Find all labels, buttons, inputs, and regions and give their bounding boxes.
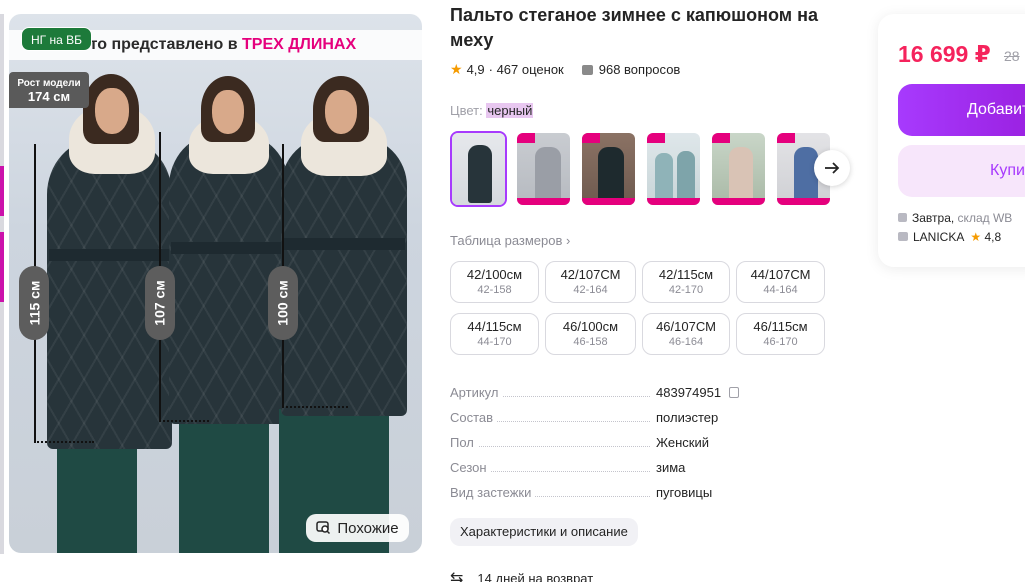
color-thumbnail[interactable]: [645, 131, 702, 207]
questions-icon: [581, 64, 593, 75]
promo-badge: НГ на ВБ: [21, 27, 93, 51]
size-option[interactable]: 42/107СМ 42-164: [545, 261, 636, 303]
rating-value: 4,9: [466, 62, 485, 77]
length-dots: [34, 441, 94, 443]
thumbnails-next-button[interactable]: [814, 150, 850, 186]
size-grid: 42/100см 42-158 42/107СМ 42-164 42/115см 42…: [450, 261, 830, 355]
copy-icon[interactable]: [729, 387, 740, 398]
length-label-100: 100 см: [268, 266, 298, 340]
gallery-edge-mark: [0, 166, 4, 216]
color-thumbnail[interactable]: [515, 131, 572, 207]
spec-value: зима: [654, 460, 686, 475]
size-option[interactable]: 42/115см 42-170: [642, 261, 730, 303]
add-to-cart-button[interactable]: Добавить: [898, 84, 1025, 136]
spec-value: Женский: [654, 435, 709, 450]
thumb-coat: [655, 153, 673, 203]
size-option[interactable]: 46/115см 46-170: [736, 313, 825, 355]
spec-row: Артикул 483974951: [450, 385, 750, 410]
return-icon: ⇆: [450, 570, 464, 582]
gallery-edge-mark: [0, 232, 4, 302]
similar-button-label: Похожие: [337, 519, 399, 537]
specs-list: Артикул 483974951 Состав полиэстер Пол Ж…: [450, 385, 750, 510]
model-pants: [57, 434, 137, 553]
model-height-value: 174 см: [27, 89, 71, 104]
size-table-link[interactable]: Таблица размеров ›: [450, 233, 570, 248]
thumb-coat: [598, 147, 624, 203]
delivery-info: Завтра, склад WB: [898, 211, 1012, 225]
star-icon: ★: [970, 230, 982, 244]
questions-count[interactable]: 968 вопросов: [599, 62, 681, 77]
shop-icon: [898, 232, 908, 241]
thumb-coat: [794, 147, 818, 203]
model-face: [212, 90, 244, 134]
star-icon: ★: [450, 61, 463, 77]
spec-value: 483974951: [654, 385, 740, 400]
color-row: Цвет: черный: [450, 103, 534, 118]
spec-row: Вид застежки пуговицы: [450, 485, 750, 510]
arrow-right-icon: [825, 162, 840, 174]
spec-row: Сезон зима: [450, 460, 750, 485]
thumb-coat: [729, 147, 753, 203]
seller-rating: 4,8: [984, 230, 1002, 244]
gallery-edge-strip[interactable]: [0, 14, 4, 554]
photo-banner-text: льто представлено в ТРЕХ ДЛИНАХ: [71, 36, 357, 53]
size-option[interactable]: 44/115см 44-170: [450, 313, 539, 355]
coat: [281, 136, 407, 416]
size-option[interactable]: 46/107СМ 46-164: [642, 313, 730, 355]
size-option[interactable]: 42/100см 42-158: [450, 261, 539, 303]
color-thumbnail[interactable]: [710, 131, 767, 207]
length-dots: [159, 420, 209, 422]
size-option[interactable]: 44/107СМ 44-164: [736, 261, 825, 303]
return-text: 14 дней на возврат: [477, 570, 594, 582]
spec-value: пуговицы: [654, 485, 713, 500]
product-title: Пальто стеганое зимнее с капюшоном на ме…: [450, 5, 818, 50]
thumb-coat: [535, 147, 561, 203]
seller-info[interactable]: LANICKA ★ 4,8: [898, 230, 1001, 244]
current-price: 16 699 ₽: [898, 41, 991, 67]
reviews-count[interactable]: · 467 оценок: [489, 62, 564, 77]
spec-row: Пол Женский: [450, 435, 750, 460]
coat-belt: [49, 249, 171, 261]
box-icon: [898, 213, 907, 222]
color-thumbnail[interactable]: [580, 131, 637, 207]
spec-value: полиэстер: [654, 410, 719, 425]
model-face: [95, 88, 129, 134]
spec-key: Вид застежки: [450, 485, 536, 500]
color-thumbnail[interactable]: [450, 131, 507, 207]
spec-row: Состав полиэстер: [450, 410, 750, 435]
model-pants: [179, 414, 269, 553]
rating-row[interactable]: ★ 4,9 · 467 оценок 968 вопросов: [450, 61, 680, 78]
length-label-107: 107 см: [145, 266, 175, 340]
coat-belt: [283, 238, 405, 250]
size-option[interactable]: 46/100см 46-158: [545, 313, 636, 355]
characteristics-button[interactable]: Характеристики и описание: [450, 518, 638, 546]
similar-button[interactable]: Похожие: [306, 514, 409, 542]
thumb-coat: [677, 151, 695, 203]
model-face: [325, 90, 357, 134]
product-main-photo[interactable]: льто представлено в ТРЕХ ДЛИНАХ 115 см 1…: [9, 14, 422, 553]
return-policy: ⇆ 14 дней на возврат: [450, 568, 593, 582]
spec-key: Пол: [450, 435, 478, 450]
seller-name[interactable]: LANICKA: [913, 230, 964, 244]
buy-now-button[interactable]: Купить: [898, 145, 1025, 197]
color-label: Цвет:: [450, 103, 483, 118]
thumb-coat: [468, 145, 492, 203]
length-dots: [282, 406, 348, 408]
spec-key: Артикул: [450, 385, 503, 400]
coat-belt: [171, 242, 287, 254]
price-card: 16 699 ₽ 28 Добавить Купить Завтра, скла…: [878, 14, 1025, 267]
spec-key: Сезон: [450, 460, 491, 475]
length-label-115: 115 см: [19, 266, 49, 340]
old-price: 28: [1004, 48, 1020, 64]
color-value: черный: [486, 103, 534, 118]
color-thumbnails: [450, 131, 832, 207]
model-height-tag: Рост модели 174 см: [9, 72, 89, 108]
similar-icon: [316, 521, 331, 535]
spec-key: Состав: [450, 410, 498, 425]
